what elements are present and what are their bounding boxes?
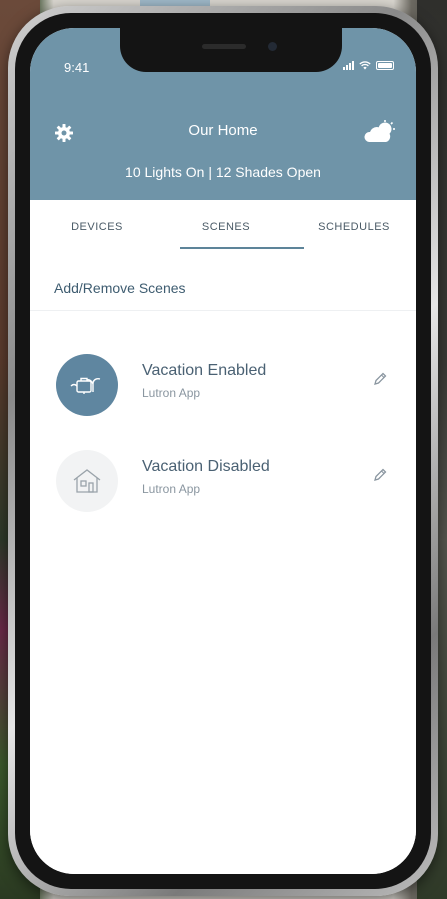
scene-row-vacation-enabled[interactable]: Vacation Enabled Lutron App	[30, 344, 416, 424]
wifi-icon	[359, 60, 371, 69]
status-icons	[343, 60, 394, 70]
home-title[interactable]: Our Home	[30, 122, 416, 139]
tab-devices[interactable]: DEVICES	[32, 221, 162, 233]
front-camera	[268, 42, 277, 51]
vacation-icon	[70, 377, 101, 394]
signal-icon	[343, 60, 354, 70]
scene-source: Lutron App	[142, 482, 201, 496]
scenes-content: Add/Remove Scenes Vacation Enabled Lutro…	[30, 254, 416, 874]
active-tab-indicator	[180, 247, 304, 249]
home-icon	[73, 469, 101, 493]
scene-source: Lutron App	[142, 386, 201, 400]
add-remove-scenes-link[interactable]: Add/Remove Scenes	[54, 280, 186, 296]
home-status-summary: 10 Lights On | 12 Shades Open	[125, 164, 321, 180]
scene-name: Vacation Disabled	[142, 458, 270, 475]
pencil-icon[interactable]	[372, 467, 388, 483]
phone-screen: 9:41 Our Home 10 Lights On | 12 Shades O…	[30, 28, 416, 874]
scene-row-vacation-disabled[interactable]: Vacation Disabled Lutron App	[30, 440, 416, 520]
scene-icon-circle	[56, 354, 118, 416]
tab-bar: DEVICES SCENES SCHEDULES	[30, 200, 416, 254]
tab-scenes[interactable]: SCENES	[161, 221, 291, 233]
phone-frame: 9:41 Our Home 10 Lights On | 12 Shades O…	[8, 6, 438, 896]
scene-icon-circle	[56, 450, 118, 512]
phone-bezel: 9:41 Our Home 10 Lights On | 12 Shades O…	[15, 13, 431, 889]
status-time: 9:41	[64, 60, 90, 75]
tab-schedules[interactable]: SCHEDULES	[289, 221, 416, 233]
pencil-icon[interactable]	[372, 371, 388, 387]
scene-name: Vacation Enabled	[142, 362, 267, 379]
phone-notch	[120, 28, 342, 72]
battery-icon	[376, 60, 394, 70]
speaker-grille	[202, 44, 246, 49]
divider	[30, 310, 416, 311]
cloud-sun-icon[interactable]	[364, 120, 396, 144]
